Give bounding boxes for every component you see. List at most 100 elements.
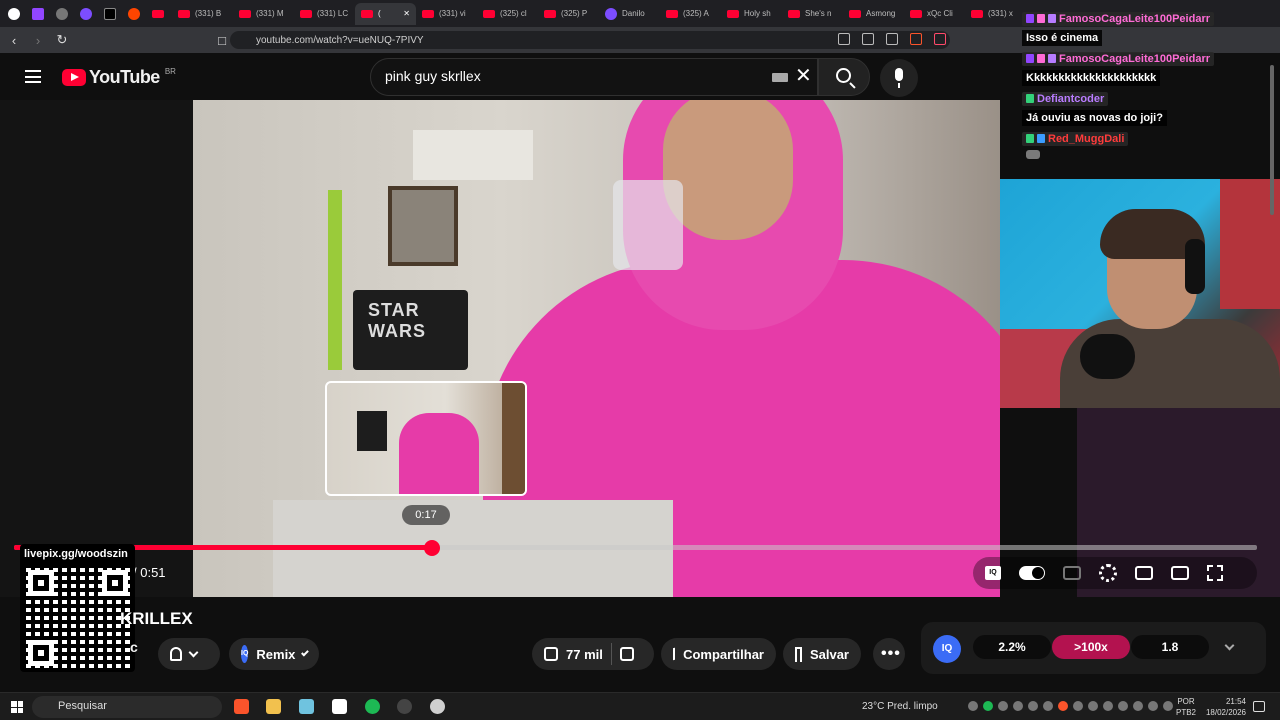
obs-icon[interactable] <box>397 699 412 714</box>
share-button[interactable]: Compartilhar <box>661 638 776 670</box>
cast-tv-icon[interactable] <box>1171 566 1189 580</box>
youtube-logo[interactable]: YouTube BR <box>62 67 176 88</box>
autoplay-toggle[interactable] <box>1019 566 1045 580</box>
brave-shield-icon[interactable] <box>910 33 922 45</box>
tray-icon[interactable] <box>1118 701 1128 711</box>
search-button[interactable] <box>818 58 870 96</box>
tray-icon[interactable] <box>983 701 993 711</box>
clear-search-icon[interactable]: ✕ <box>795 63 812 88</box>
chat-text: Já ouviu as novas do joji? <box>1022 110 1167 126</box>
browser-tab[interactable]: (331) vi <box>416 3 477 25</box>
browser-tab[interactable] <box>148 3 172 25</box>
browser-tab-label: (325) cl <box>500 9 527 18</box>
forward-icon[interactable]: › <box>28 30 48 50</box>
fullscreen-icon[interactable] <box>1207 565 1223 581</box>
progress-scrubber[interactable] <box>423 540 440 556</box>
windows-start-icon[interactable] <box>11 701 23 713</box>
browser-tab[interactable]: (325) P <box>538 3 599 25</box>
browser-tab[interactable]: (331) B <box>172 3 233 25</box>
browser-tab[interactable]: (✕ <box>355 2 416 25</box>
browser-tab[interactable]: (331) LC <box>294 3 355 25</box>
video-player[interactable]: STAR WARS <box>0 100 1000 597</box>
tray-icon[interactable] <box>1028 701 1038 711</box>
browser-tab[interactable] <box>76 3 100 25</box>
browser-tab[interactable]: (331) M <box>233 3 294 25</box>
like-icon[interactable] <box>544 647 558 661</box>
browser-tab[interactable]: (325) A <box>660 3 721 25</box>
tray-icon[interactable] <box>1133 701 1143 711</box>
chevron-down-icon[interactable] <box>1224 640 1235 651</box>
theater-mode-icon[interactable] <box>1135 566 1153 580</box>
tray-icon[interactable] <box>1013 701 1023 711</box>
browser-tab[interactable]: Danilo <box>599 3 660 25</box>
iq-value-mid[interactable]: 1.8 <box>1131 635 1209 659</box>
subscribe-notification-button[interactable] <box>158 638 220 670</box>
player-letterbox <box>0 100 193 597</box>
capcut-icon[interactable] <box>332 699 347 714</box>
taskbar-clock[interactable]: 21:54 18/02/2026 <box>1200 696 1246 718</box>
tray-icon[interactable] <box>998 701 1008 711</box>
close-tab-icon[interactable]: ✕ <box>403 9 410 18</box>
reload-icon[interactable]: ↻ <box>52 30 72 50</box>
browser-tab[interactable]: She's n <box>782 3 843 25</box>
scrollbar-thumb[interactable] <box>1270 65 1274 215</box>
brave-taskbar-icon[interactable] <box>234 699 249 714</box>
brave-rewards-icon[interactable] <box>934 33 946 45</box>
search-icon <box>836 68 851 83</box>
cast-icon[interactable] <box>862 33 874 45</box>
bookmark-icon[interactable]: □ <box>212 30 232 50</box>
like-count[interactable]: 77 mil <box>566 647 603 662</box>
settings-icon[interactable] <box>1099 564 1117 582</box>
remix-button[interactable]: IQ Remix <box>229 638 319 670</box>
browser-tab[interactable]: Holy sh <box>721 3 782 25</box>
browser-tab[interactable] <box>100 3 124 25</box>
language-indicator[interactable]: POR PTB2 <box>1176 696 1196 718</box>
save-button[interactable]: Salvar <box>783 638 861 670</box>
tray-icon[interactable] <box>1103 701 1113 711</box>
app-taskbar-icon[interactable] <box>430 699 445 714</box>
menu-icon[interactable] <box>25 70 41 83</box>
channel-name-fragment[interactable]: c <box>130 639 138 655</box>
browser-tab[interactable]: xQc Cli <box>904 3 965 25</box>
dislike-icon[interactable] <box>619 647 634 661</box>
back-icon[interactable]: ‹ <box>4 30 24 50</box>
tray-icon[interactable] <box>1088 701 1098 711</box>
tray-icon[interactable] <box>1073 701 1083 711</box>
tray-icon[interactable] <box>1043 701 1053 711</box>
zoom-icon[interactable] <box>838 33 850 45</box>
notepad-icon[interactable] <box>299 699 314 714</box>
iq-extension-icon[interactable]: IQ <box>985 566 1001 580</box>
video-frame[interactable]: STAR WARS <box>193 100 1000 597</box>
tray-icon[interactable] <box>1058 701 1068 711</box>
share-page-icon[interactable] <box>886 33 898 45</box>
progress-bar[interactable] <box>14 540 1257 556</box>
browser-tab[interactable] <box>4 3 28 25</box>
keyboard-icon[interactable] <box>772 73 788 82</box>
tray-icon[interactable] <box>1148 701 1158 711</box>
iq-logo-icon[interactable]: IQ <box>933 635 961 663</box>
search-input[interactable]: pink guy skrllex <box>370 58 818 96</box>
mod-badge-icon <box>1026 134 1034 143</box>
browser-tab[interactable] <box>28 3 52 25</box>
spotify-icon[interactable] <box>365 699 380 714</box>
chat-username: FamosoCagaLeite100Peidarr <box>1022 11 1215 26</box>
iq-value-low[interactable]: 2.2% <box>973 635 1051 659</box>
browser-tab[interactable]: (325) cl <box>477 3 538 25</box>
browser-tab[interactable]: (331) x <box>965 3 1026 25</box>
browser-tab-label: Danilo <box>622 9 645 18</box>
video-title: KRILLEX <box>120 609 193 628</box>
voice-search-button[interactable] <box>880 59 918 97</box>
weather-widget[interactable]: 23°C Pred. limpo <box>862 701 938 712</box>
taskbar-search[interactable]: Pesquisar <box>32 696 222 718</box>
iq-value-high[interactable]: >100x <box>1052 635 1130 659</box>
file-explorer-icon[interactable] <box>266 699 281 714</box>
notifications-icon[interactable] <box>1253 701 1265 712</box>
browser-tab[interactable] <box>124 3 148 25</box>
tray-icon[interactable] <box>1163 701 1173 711</box>
browser-tab[interactable] <box>52 3 76 25</box>
subtitles-icon[interactable] <box>1063 566 1081 580</box>
more-actions-button[interactable]: ••• <box>873 638 905 670</box>
page-scrollbar[interactable] <box>1268 53 1276 690</box>
browser-tab[interactable]: Asmong <box>843 3 904 25</box>
tray-icon[interactable] <box>968 701 978 711</box>
